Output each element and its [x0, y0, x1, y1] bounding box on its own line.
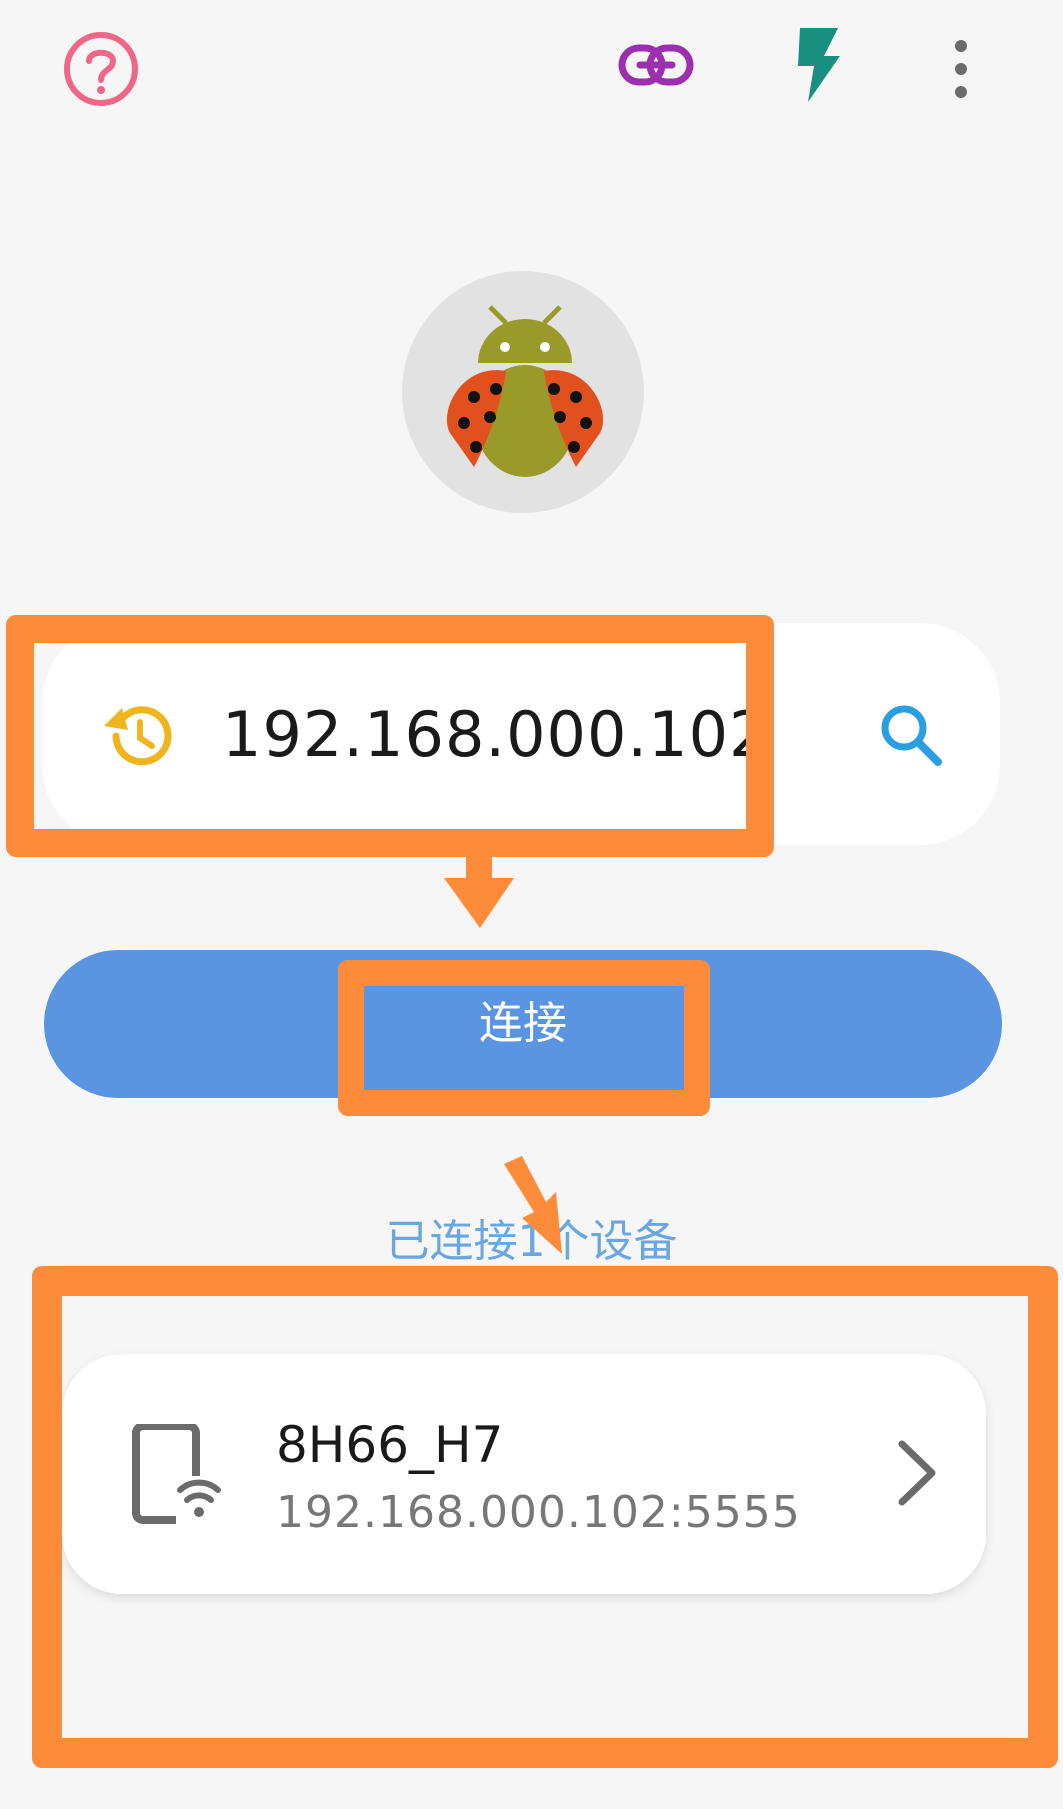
- link-icon[interactable]: [618, 40, 694, 90]
- search-icon[interactable]: [876, 700, 946, 770]
- ladybug-android-icon: [446, 305, 604, 477]
- annotation-arrow-icon: [504, 1156, 562, 1254]
- app-logo: [402, 271, 644, 513]
- help-icon[interactable]: [62, 30, 140, 108]
- annotation-arrow-icon: [444, 848, 514, 928]
- annotation-box-device-list: [32, 1266, 1058, 1768]
- flash-icon[interactable]: [794, 28, 842, 102]
- more-vert-icon[interactable]: [940, 36, 982, 102]
- annotation-box-connect: [338, 960, 710, 1116]
- annotation-box-ip: [6, 615, 774, 857]
